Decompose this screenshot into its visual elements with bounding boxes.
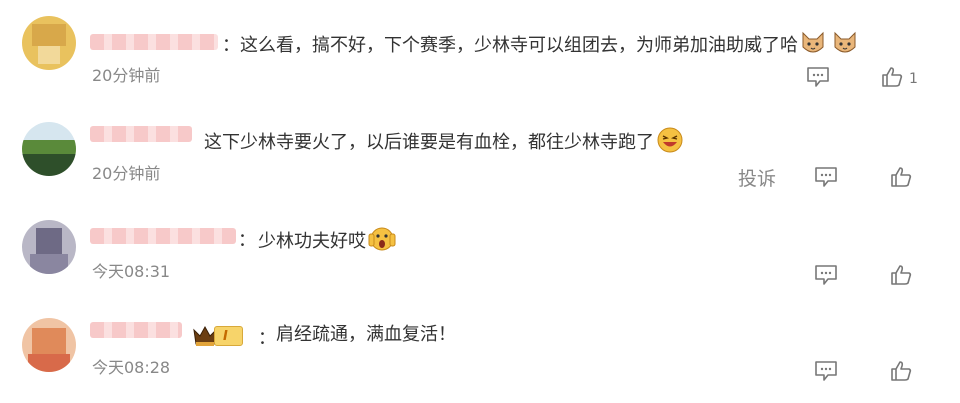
comment-icon xyxy=(815,361,837,381)
comment-item: ： 这么看，搞不好，下个赛季，少林寺可以组团去，为师弟加油助威了哈 20分钟前 … xyxy=(0,0,960,96)
username-separator: ： xyxy=(258,328,276,349)
reply-button[interactable] xyxy=(806,66,830,92)
comment-icon xyxy=(815,265,837,285)
screaming-face-emoji xyxy=(368,226,396,258)
comment-time: 今天08:28 xyxy=(92,358,171,377)
reply-button[interactable] xyxy=(814,264,838,290)
avatar[interactable] xyxy=(22,318,76,372)
thumbs-up-icon xyxy=(891,265,912,285)
comment-item: ： 少林功夫好哎 今天08:31 xyxy=(0,192,960,288)
like-button[interactable] xyxy=(890,360,912,386)
cat-face-emoji xyxy=(800,31,826,61)
comment-text: 这么看，搞不好，下个赛季，少林寺可以组团去，为师弟加油助威了哈 xyxy=(240,31,858,61)
comment-text: 肩经疏通，满血复活！ xyxy=(276,324,456,346)
username[interactable] xyxy=(90,126,192,142)
thumbs-up-icon xyxy=(891,167,912,187)
badge-level: I xyxy=(214,326,243,346)
comment-item: 这下少林寺要火了，以后谁要是有血栓，都往少林寺跑了 20分钟前 投诉 xyxy=(0,96,960,192)
comment-text-body: 肩经疏通，满血复活！ xyxy=(276,324,456,345)
avatar[interactable] xyxy=(22,122,76,176)
username-separator: ： xyxy=(238,230,256,251)
reply-button[interactable] xyxy=(814,360,838,386)
user-level-badge: I xyxy=(192,324,243,348)
avatar[interactable] xyxy=(22,16,76,70)
comment-time: 20分钟前 xyxy=(92,164,161,183)
laughing-face-emoji xyxy=(656,127,684,159)
avatar[interactable] xyxy=(22,220,76,274)
like-button[interactable] xyxy=(890,264,912,290)
username-separator: ： xyxy=(222,35,240,56)
username[interactable] xyxy=(90,322,182,338)
comment-text-body: 这么看，搞不好，下个赛季，少林寺可以组团去，为师弟加油助威了哈 xyxy=(240,35,798,56)
like-count: 1 xyxy=(909,71,918,87)
thumbs-up-icon xyxy=(882,67,903,87)
report-button[interactable]: 投诉 xyxy=(738,164,776,191)
reply-button[interactable] xyxy=(814,166,838,192)
comment-item: I ： 肩经疏通，满血复活！ 今天08:28 xyxy=(0,288,960,384)
username[interactable] xyxy=(90,228,236,244)
comment-time: 20分钟前 xyxy=(92,66,161,85)
like-button[interactable] xyxy=(881,66,903,92)
like-button[interactable] xyxy=(890,166,912,192)
comment-icon xyxy=(815,167,837,187)
comment-text-body: 少林功夫好哎 xyxy=(258,231,366,252)
cat-face-emoji xyxy=(832,31,858,61)
comment-text: 这下少林寺要火了，以后谁要是有血栓，都往少林寺跑了 xyxy=(204,127,684,159)
comment-text: 少林功夫好哎 xyxy=(258,226,396,258)
username[interactable] xyxy=(90,34,218,50)
comment-text-body: 这下少林寺要火了，以后谁要是有血栓，都往少林寺跑了 xyxy=(204,132,654,153)
comment-icon xyxy=(807,67,829,87)
comment-time: 今天08:31 xyxy=(92,262,171,281)
thumbs-up-icon xyxy=(891,361,912,381)
